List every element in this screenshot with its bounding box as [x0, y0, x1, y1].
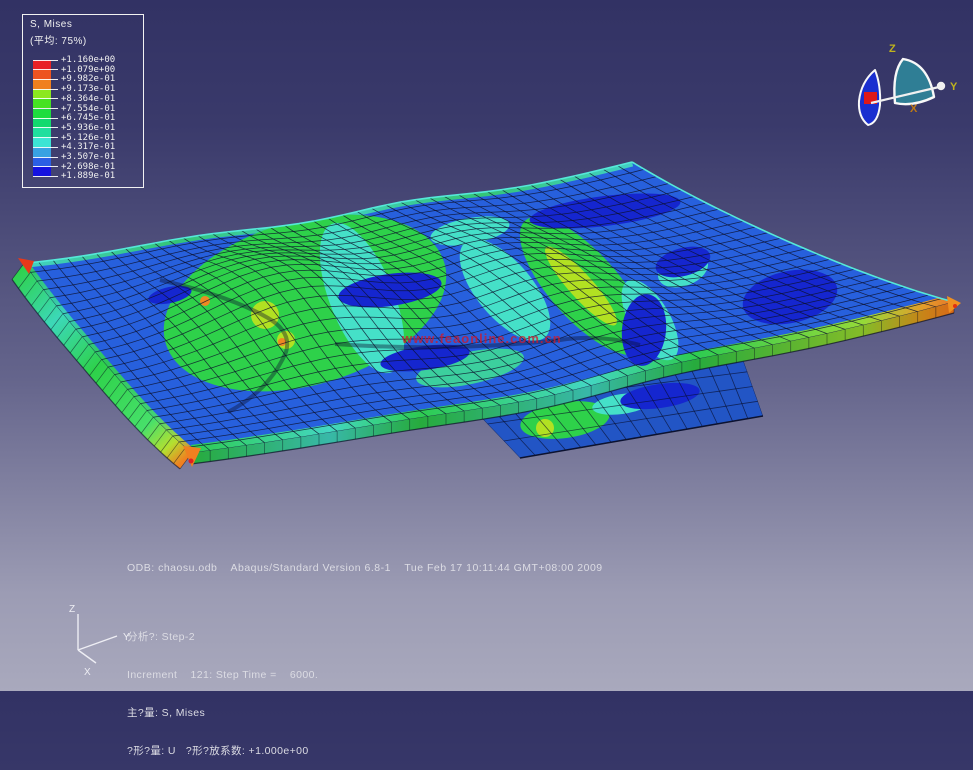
- legend-tick: [33, 108, 58, 109]
- viewport-3d[interactable]: www.feaonline.com.cn Z Y X Z Y X: [0, 0, 973, 691]
- legend-value: +2.698e-01: [61, 162, 115, 172]
- legend-tick: [33, 98, 58, 99]
- legend-tick: [33, 118, 58, 119]
- state-line-increment: Increment 121: Step Time = 6000.: [127, 669, 318, 682]
- legend-tick: [33, 137, 58, 138]
- legend-value: +7.554e-01: [61, 104, 115, 114]
- legend-value: +6.745e-01: [61, 113, 115, 123]
- legend-value: +5.936e-01: [61, 123, 115, 133]
- legend-tick: [33, 60, 58, 61]
- legend-value: +5.126e-01: [61, 133, 115, 143]
- corner-stress-dot: [953, 304, 957, 308]
- frame-state-block: 分析?: Step-2 Increment 121: Step Time = 6…: [127, 606, 318, 770]
- legend-value: +1.160e+00: [61, 55, 115, 65]
- compass-label-z: Z: [889, 43, 896, 55]
- legend-tick: [33, 157, 58, 158]
- legend-value: +9.173e-01: [61, 84, 115, 94]
- legend-value: +9.982e-01: [61, 74, 115, 84]
- legend-tick: [33, 176, 58, 177]
- legend-tick: [33, 147, 58, 148]
- legend-tick: [33, 69, 58, 70]
- legend-subtitle: (平均: 75%): [30, 32, 87, 47]
- triad-label-x: X: [84, 667, 91, 678]
- state-line-step: 分析?: Step-2: [127, 631, 318, 644]
- legend-value: +3.507e-01: [61, 152, 115, 162]
- compass-label-y: Y: [950, 81, 958, 93]
- legend-value: +1.889e-01: [61, 171, 115, 181]
- odb-status-line: ODB: chaosu.odb Abaqus/Standard Version …: [127, 562, 603, 574]
- axis-triad: Z Y X: [69, 604, 130, 678]
- legend-tick: [33, 166, 58, 167]
- contour-blob: [200, 296, 210, 306]
- legend-tick: [33, 127, 58, 128]
- fea-model-mesh: [12, 162, 961, 469]
- triad-y-axis: [78, 636, 117, 650]
- compass-fan-large: [894, 59, 934, 104]
- legend-title: S, Mises: [30, 19, 72, 30]
- contour-legend: S, Mises (平均: 75%) +1.160e+00+1.079e+00+…: [22, 14, 144, 188]
- compass-y-knob: [937, 82, 945, 90]
- legend-tick: [33, 89, 58, 90]
- corner-stress-dot: [189, 459, 194, 464]
- legend-tick: [33, 79, 58, 80]
- watermark-text: www.feaonline.com.cn: [401, 331, 562, 346]
- legend-value: +8.364e-01: [61, 94, 115, 104]
- compass-label-x: X: [910, 103, 918, 115]
- legend-value: +4.317e-01: [61, 142, 115, 152]
- triad-x-axis: [78, 650, 96, 663]
- triad-label-z: Z: [69, 604, 75, 615]
- view-compass[interactable]: Z Y X: [859, 43, 958, 125]
- state-line-primary-var: 主?量: S, Mises: [127, 707, 318, 720]
- legend-value: +1.079e+00: [61, 65, 115, 75]
- state-line-deformed-var: ?形?量: U ?形?放系数: +1.000e+00: [127, 745, 318, 758]
